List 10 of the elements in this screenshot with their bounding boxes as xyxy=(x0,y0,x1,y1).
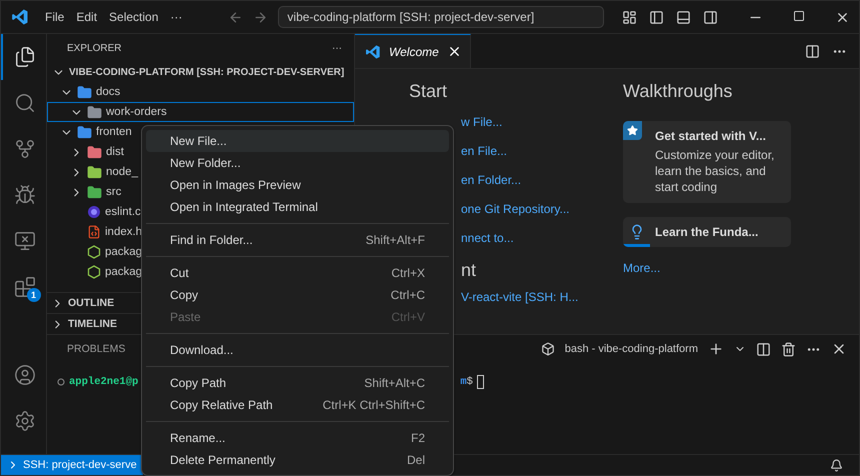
section-heading: nt xyxy=(461,260,476,280)
terminal-prompt: apple2ne1@p xyxy=(69,376,138,388)
section-heading: Start xyxy=(409,81,448,103)
count-badge: 1 xyxy=(26,288,40,302)
terminal-prompt: m$ xyxy=(460,376,473,388)
section-heading: Walkthroughs xyxy=(623,81,734,103)
card-description: Customize your editor, learn the basics, and start coding xyxy=(655,147,776,195)
card-title: Learn the Funda... xyxy=(655,225,760,239)
card-title: Get started with V... xyxy=(655,129,767,143)
explorer-title: EXPLORER xyxy=(67,42,122,54)
